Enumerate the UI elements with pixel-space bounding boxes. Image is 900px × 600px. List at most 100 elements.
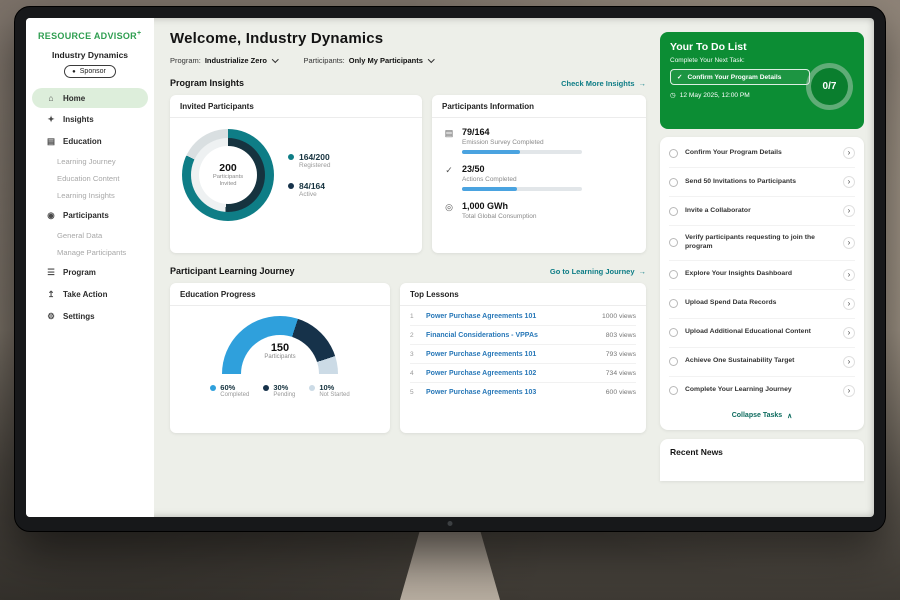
legend-label: Registered [299, 162, 330, 169]
task-checkbox[interactable] [669, 178, 678, 187]
legend-active: 84/164 Active [288, 181, 330, 198]
lesson-link[interactable]: Power Purchase Agreements 102 [426, 370, 598, 377]
collapse-tasks-link[interactable]: Collapse Tasks ∧ [669, 405, 855, 428]
stat-label: Emission Survey Completed [462, 139, 582, 146]
sidebar-item-general-data[interactable]: General Data [26, 227, 154, 244]
section-title: Participant Learning Journey [170, 266, 295, 276]
task-row-confirm-program[interactable]: Confirm Your Program Details › [669, 139, 855, 168]
check-icon: ✓ [677, 73, 682, 81]
sidebar: RESOURCE ADVISOR+ Industry Dynamics ● Sp… [26, 18, 154, 517]
task-row-upload-spend-data[interactable]: Upload Spend Data Records › [669, 290, 855, 319]
lesson-rank: 4 [410, 370, 418, 377]
chevron-right-icon[interactable]: › [843, 327, 855, 339]
lesson-rank: 3 [410, 351, 418, 358]
task-checkbox[interactable] [669, 149, 678, 158]
legend-value: 164/200 [299, 152, 330, 162]
stat-actions-completed: ✓ 23/50 Actions Completed [444, 164, 634, 191]
lesson-views: 734 views [606, 370, 636, 377]
lesson-views: 600 views [606, 389, 636, 396]
chevron-right-icon[interactable]: › [843, 237, 855, 249]
lesson-row: 2 Financial Considerations - VPPAs 803 v… [410, 326, 636, 345]
next-task-pill[interactable]: ✓ Confirm Your Program Details [670, 69, 810, 85]
sidebar-item-label: Education [63, 137, 102, 146]
link-label: Go to Learning Journey [550, 267, 635, 276]
page-title: Welcome, Industry Dynamics [170, 30, 646, 47]
task-label: Complete Your Learning Journey [685, 386, 836, 395]
link-label: Check More Insights [561, 79, 634, 88]
chevron-right-icon[interactable]: › [843, 385, 855, 397]
light-dot-icon [309, 385, 315, 391]
program-dropdown[interactable]: Program: Industrialize Zero [170, 56, 277, 65]
education-progress-card: Education Progress 150 Participants [170, 283, 390, 433]
legend-not-started: 10% Not Started [309, 383, 349, 398]
chevron-right-icon[interactable]: › [843, 298, 855, 310]
stat-global-consumption: ◎ 1,000 GWh Total Global Consumption [444, 201, 634, 224]
task-checkbox[interactable] [669, 357, 678, 366]
lesson-link[interactable]: Financial Considerations - VPPAs [426, 332, 598, 339]
participants-dropdown[interactable]: Participants: Only My Participants [303, 56, 433, 65]
task-row-complete-journey[interactable]: Complete Your Learning Journey › [669, 377, 855, 405]
chevron-right-icon[interactable]: › [843, 356, 855, 368]
lesson-link[interactable]: Power Purchase Agreements 101 [426, 351, 598, 358]
due-text: 12 May 2025, 12:00 PM [680, 92, 750, 99]
go-to-learning-journey-link[interactable]: Go to Learning Journey → [550, 267, 646, 276]
sidebar-item-settings[interactable]: ⚙ Settings [32, 306, 148, 327]
task-checkbox[interactable] [669, 238, 678, 247]
sponsor-badge: ● Sponsor [64, 65, 116, 78]
gauge-legend: 60% Completed 30% Pending [210, 383, 349, 398]
card-title: Invited Participants [170, 95, 422, 118]
task-row-verify-participants[interactable]: Verify participants requesting to join t… [669, 226, 855, 261]
task-checkbox[interactable] [669, 328, 678, 337]
sidebar-item-insights[interactable]: ✦ Insights [32, 109, 148, 130]
lesson-link[interactable]: Power Purchase Agreements 101 [426, 313, 594, 320]
sidebar-item-participants[interactable]: ◉ Participants [32, 205, 148, 226]
task-row-send-invitations[interactable]: Send 50 Invitations to Participants › [669, 168, 855, 197]
sidebar-item-learning-insights[interactable]: Learning Insights [26, 187, 154, 204]
actions-icon: ✓ [444, 165, 454, 191]
legend-registered: 164/200 Registered [288, 152, 330, 169]
collapse-label: Collapse Tasks [732, 412, 782, 420]
sidebar-item-manage-participants[interactable]: Manage Participants [26, 244, 154, 261]
task-label: Verify participants requesting to join t… [685, 234, 836, 252]
task-row-explore-insights[interactable]: Explore Your Insights Dashboard › [669, 261, 855, 290]
lesson-row: 5 Power Purchase Agreements 103 600 view… [410, 383, 636, 401]
location-icon: ◎ [444, 202, 454, 224]
sidebar-item-label: Take Action [63, 290, 107, 299]
sidebar-item-home[interactable]: ⌂ Home [32, 88, 148, 108]
top-lessons-card: Top Lessons 1 Power Purchase Agreements … [400, 283, 646, 433]
org-name: Industry Dynamics [26, 50, 154, 60]
chevron-right-icon[interactable]: › [843, 147, 855, 159]
task-checkbox[interactable] [669, 386, 678, 395]
sponsor-icon: ● [72, 69, 76, 75]
task-row-achieve-target[interactable]: Achieve One Sustainability Target › [669, 348, 855, 377]
task-label: Upload Spend Data Records [685, 299, 836, 308]
lesson-link[interactable]: Power Purchase Agreements 103 [426, 389, 598, 396]
chevron-up-icon: ∧ [787, 412, 792, 420]
brand-plus: + [137, 30, 141, 37]
task-row-upload-educational-content[interactable]: Upload Additional Educational Content › [669, 319, 855, 348]
task-checkbox[interactable] [669, 270, 678, 279]
legend-label: Active [299, 191, 325, 198]
chevron-right-icon[interactable]: › [843, 205, 855, 217]
gauge-center: 150 Participants [222, 342, 338, 360]
desk-background: RESOURCE ADVISOR+ Industry Dynamics ● Sp… [0, 0, 900, 600]
donut-center-label: Participants Invited [207, 174, 249, 188]
participants-information-card: Participants Information ▤ 79/164 Emissi… [432, 95, 646, 253]
task-checkbox[interactable] [669, 299, 678, 308]
education-progress-gauge: 150 Participants [222, 316, 338, 374]
check-more-insights-link[interactable]: Check More Insights → [561, 79, 646, 88]
task-row-invite-collaborator[interactable]: Invite a Collaborator › [669, 197, 855, 226]
gauge-label: Participants [222, 354, 338, 360]
sidebar-item-program[interactable]: ☰ Program [32, 262, 148, 283]
chevron-right-icon[interactable]: › [843, 269, 855, 281]
teal-dot-icon [288, 154, 294, 160]
task-checkbox[interactable] [669, 207, 678, 216]
participants-dropdown-label: Participants: [303, 56, 344, 65]
education-icon: ▤ [46, 136, 56, 147]
sidebar-item-take-action[interactable]: ↥ Take Action [32, 284, 148, 305]
chevron-right-icon[interactable]: › [843, 176, 855, 188]
sidebar-item-learning-journey[interactable]: Learning Journey [26, 153, 154, 170]
sidebar-item-education[interactable]: ▤ Education [32, 131, 148, 152]
sidebar-item-education-content[interactable]: Education Content [26, 170, 154, 187]
lesson-views: 803 views [606, 332, 636, 339]
